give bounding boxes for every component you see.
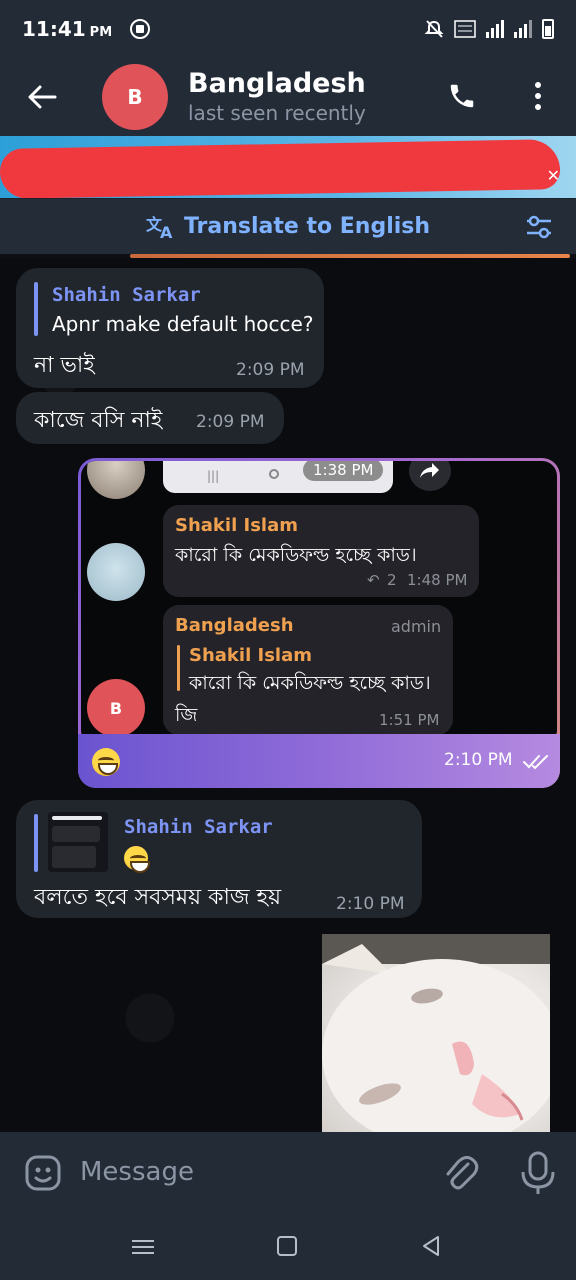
translate-icon: 文A bbox=[146, 215, 173, 240]
message-caption: 2:10 PM bbox=[78, 734, 560, 788]
avatar[interactable]: B bbox=[102, 64, 168, 130]
pinned-message[interactable]: ✕ bbox=[0, 136, 576, 198]
cat-photo[interactable] bbox=[322, 934, 550, 1132]
more-menu-button[interactable] bbox=[520, 74, 556, 118]
back-triangle-icon[interactable] bbox=[420, 1234, 442, 1258]
outgoing-image-message[interactable]: ||| 1:38 PM Shakil Islam কারো কি মেকডিফল… bbox=[78, 458, 560, 788]
inner-time-pill: 1:38 PM bbox=[303, 461, 384, 481]
message-input-bar bbox=[0, 1132, 576, 1212]
inner-reply-author: Shakil Islam bbox=[189, 645, 312, 666]
reply-text: Apnr make default hocce? bbox=[52, 312, 314, 336]
message-text: বলতে হবে সবসময় কাজ হয় bbox=[34, 885, 282, 910]
inner-text: কারো কি মেকডিফল্ড হচ্ছে কাড। bbox=[175, 544, 417, 566]
reply-bar bbox=[34, 282, 38, 336]
inner-text: জি bbox=[175, 704, 198, 726]
volte-icon bbox=[454, 20, 476, 38]
chat-title: Bangladesh bbox=[188, 68, 366, 99]
screenshot-image[interactable]: ||| 1:38 PM Shakil Islam কারো কি মেকডিফল… bbox=[81, 461, 557, 737]
inner-reply-bar bbox=[177, 645, 180, 691]
chat-title-block[interactable]: Bangladesh last seen recently bbox=[188, 68, 366, 126]
data-saver-icon bbox=[130, 19, 151, 39]
system-nav-bar bbox=[0, 1212, 576, 1280]
forward-icon bbox=[420, 463, 439, 478]
chat-area[interactable]: Shahin Sarkar Apnr make default hocce? ন… bbox=[0, 258, 576, 1132]
recent-apps-icon[interactable] bbox=[132, 1236, 154, 1256]
message-input[interactable] bbox=[80, 1152, 410, 1192]
redaction-mark bbox=[0, 139, 561, 198]
inner-avatar-top bbox=[87, 461, 145, 499]
paperclip-icon[interactable] bbox=[440, 1152, 482, 1194]
inner-time: 1:48 PM bbox=[407, 571, 468, 589]
reply-author[interactable]: Shahin Sarkar bbox=[124, 816, 273, 838]
phone-icon bbox=[450, 84, 474, 108]
emoji-sticker-icon[interactable] bbox=[24, 1154, 62, 1192]
message-time: 2:09 PM bbox=[196, 412, 265, 432]
inner-reply-icon: ↶ bbox=[367, 571, 380, 589]
inner-nav-home-icon bbox=[269, 469, 279, 479]
chat-status: last seen recently bbox=[188, 101, 366, 125]
inner-time: 1:51 PM bbox=[379, 711, 440, 729]
inner-author: Bangladesh bbox=[175, 615, 294, 636]
cat-face-drawing bbox=[322, 934, 550, 1132]
call-button[interactable] bbox=[440, 74, 484, 118]
microphone-icon[interactable] bbox=[518, 1150, 558, 1196]
status-time: 11:41 PM bbox=[22, 17, 112, 41]
reply-bar bbox=[34, 814, 38, 872]
grinning-emoji-icon bbox=[92, 748, 120, 776]
back-button[interactable] bbox=[12, 67, 72, 127]
status-bar: 11:41 PM bbox=[0, 0, 576, 58]
grinning-emoji-icon bbox=[124, 846, 150, 873]
message-time: 2:10 PM bbox=[336, 894, 405, 914]
home-icon[interactable] bbox=[277, 1236, 297, 1256]
inner-avatar-bangladesh: B bbox=[87, 679, 145, 737]
status-icons bbox=[424, 19, 554, 39]
inner-reply-text: কারো কি মেকডিফল্ড হচ্ছে কাড। bbox=[189, 672, 431, 694]
chat-header: B Bangladesh last seen recently bbox=[0, 58, 576, 136]
thumb-msg-2 bbox=[52, 846, 96, 868]
battery-icon bbox=[542, 19, 554, 39]
inner-role: admin bbox=[391, 617, 442, 636]
message-time: 2:09 PM bbox=[236, 360, 305, 380]
reply-author[interactable]: Shahin Sarkar bbox=[52, 284, 201, 306]
message-bubble-1[interactable]: Shahin Sarkar Apnr make default hocce? ন… bbox=[16, 268, 324, 388]
avatar-letter: B bbox=[127, 85, 143, 109]
translate-settings-icon[interactable] bbox=[524, 213, 554, 241]
message-time: 2:10 PM bbox=[444, 750, 513, 770]
arrow-left-icon bbox=[28, 85, 57, 109]
inner-phone-preview: ||| 1:38 PM bbox=[163, 461, 393, 493]
status-time-value: 11:41 bbox=[22, 17, 86, 41]
inner-author: Shakil Islam bbox=[175, 515, 298, 536]
message-bubble-2[interactable]: কাজে বসি নাই 2:09 PM bbox=[16, 392, 284, 444]
signal-icon-1 bbox=[486, 20, 504, 38]
status-ampm: PM bbox=[89, 25, 113, 40]
translate-button[interactable]: 文A Translate to English bbox=[146, 214, 430, 240]
close-pinned-icon[interactable]: ✕ bbox=[547, 166, 560, 185]
inner-message-1: Shakil Islam কারো কি মেকডিফল্ড হচ্ছে কাড… bbox=[163, 505, 479, 597]
inner-avatar-shakil bbox=[87, 543, 145, 601]
inner-reply-count: 2 bbox=[387, 571, 397, 589]
message-text: কাজে বসি নাই bbox=[34, 408, 163, 433]
svg-text:A: A bbox=[160, 223, 173, 240]
translate-bar: 文A Translate to English bbox=[0, 198, 576, 254]
inner-nav-menu-icon: ||| bbox=[207, 469, 220, 483]
mute-notifications-icon bbox=[424, 20, 444, 38]
inner-message-2: Bangladesh admin Shakil Islam কারো কি মে… bbox=[163, 605, 453, 735]
message-text: না ভাই bbox=[34, 353, 95, 378]
inner-avatar-letter: B bbox=[109, 698, 123, 718]
message-bubble-4[interactable]: Shahin Sarkar বলতে হবে সবসময় কাজ হয় 2:… bbox=[16, 800, 422, 918]
signal-icon-2 bbox=[514, 20, 532, 38]
translate-label: Translate to English bbox=[183, 214, 431, 239]
inner-forward-button bbox=[409, 461, 451, 491]
double-check-icon bbox=[523, 755, 548, 770]
reply-thumbnail bbox=[48, 812, 108, 872]
thumb-msg-1 bbox=[52, 826, 100, 842]
thumb-bar bbox=[52, 816, 102, 820]
